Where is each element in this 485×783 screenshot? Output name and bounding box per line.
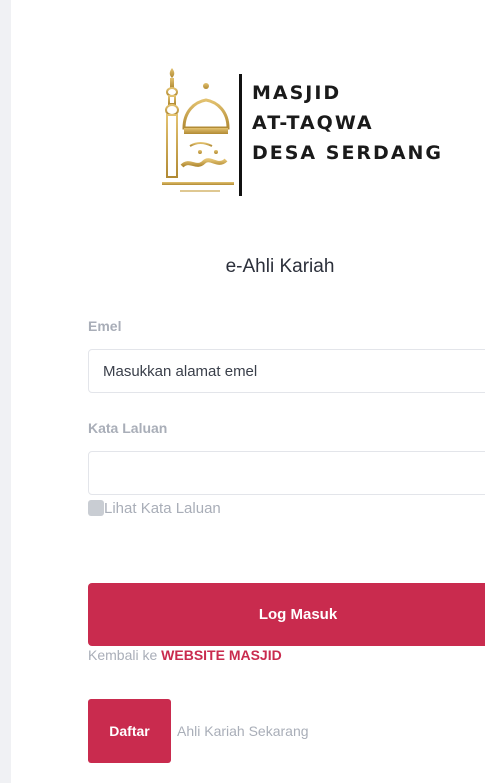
back-to-website: Kembali ke WEBSITE MASJID <box>88 647 282 663</box>
register-row: Daftar Ahli Kariah Sekarang <box>88 699 309 763</box>
password-label: Kata Laluan <box>88 420 168 436</box>
login-button[interactable]: Log Masuk <box>88 583 485 646</box>
left-edge-strip <box>0 0 11 783</box>
email-field[interactable] <box>88 349 485 393</box>
register-button[interactable]: Daftar <box>88 699 171 763</box>
show-password-checkbox[interactable] <box>88 500 104 516</box>
logo-wordmark: MASJID AT-TAQWA DESA SERDANG <box>252 78 443 168</box>
website-masjid-link[interactable]: WEBSITE MASJID <box>161 647 282 663</box>
logo-line-at-taqwa: AT-TAQWA <box>252 112 374 134</box>
show-password-row[interactable]: Lihat Kata Laluan <box>88 498 221 518</box>
logo-line-desa-serdang: DESA SERDANG <box>252 142 444 164</box>
back-prefix: Kembali ke <box>88 647 162 663</box>
register-note: Ahli Kariah Sekarang <box>177 723 309 739</box>
logo-divider <box>239 74 242 196</box>
login-page: MASJID AT-TAQWA DESA SERDANG e-Ahli Kari… <box>0 0 485 783</box>
page-title: e-Ahli Kariah <box>225 256 335 277</box>
mosque-dome-icon <box>162 68 234 192</box>
email-label: Emel <box>88 318 122 334</box>
masjid-logo: MASJID AT-TAQWA DESA SERDANG <box>160 66 441 200</box>
password-field[interactable] <box>88 451 485 495</box>
show-password-label: Lihat Kata Laluan <box>104 499 221 517</box>
logo-line-masjid: MASJID <box>252 82 342 104</box>
